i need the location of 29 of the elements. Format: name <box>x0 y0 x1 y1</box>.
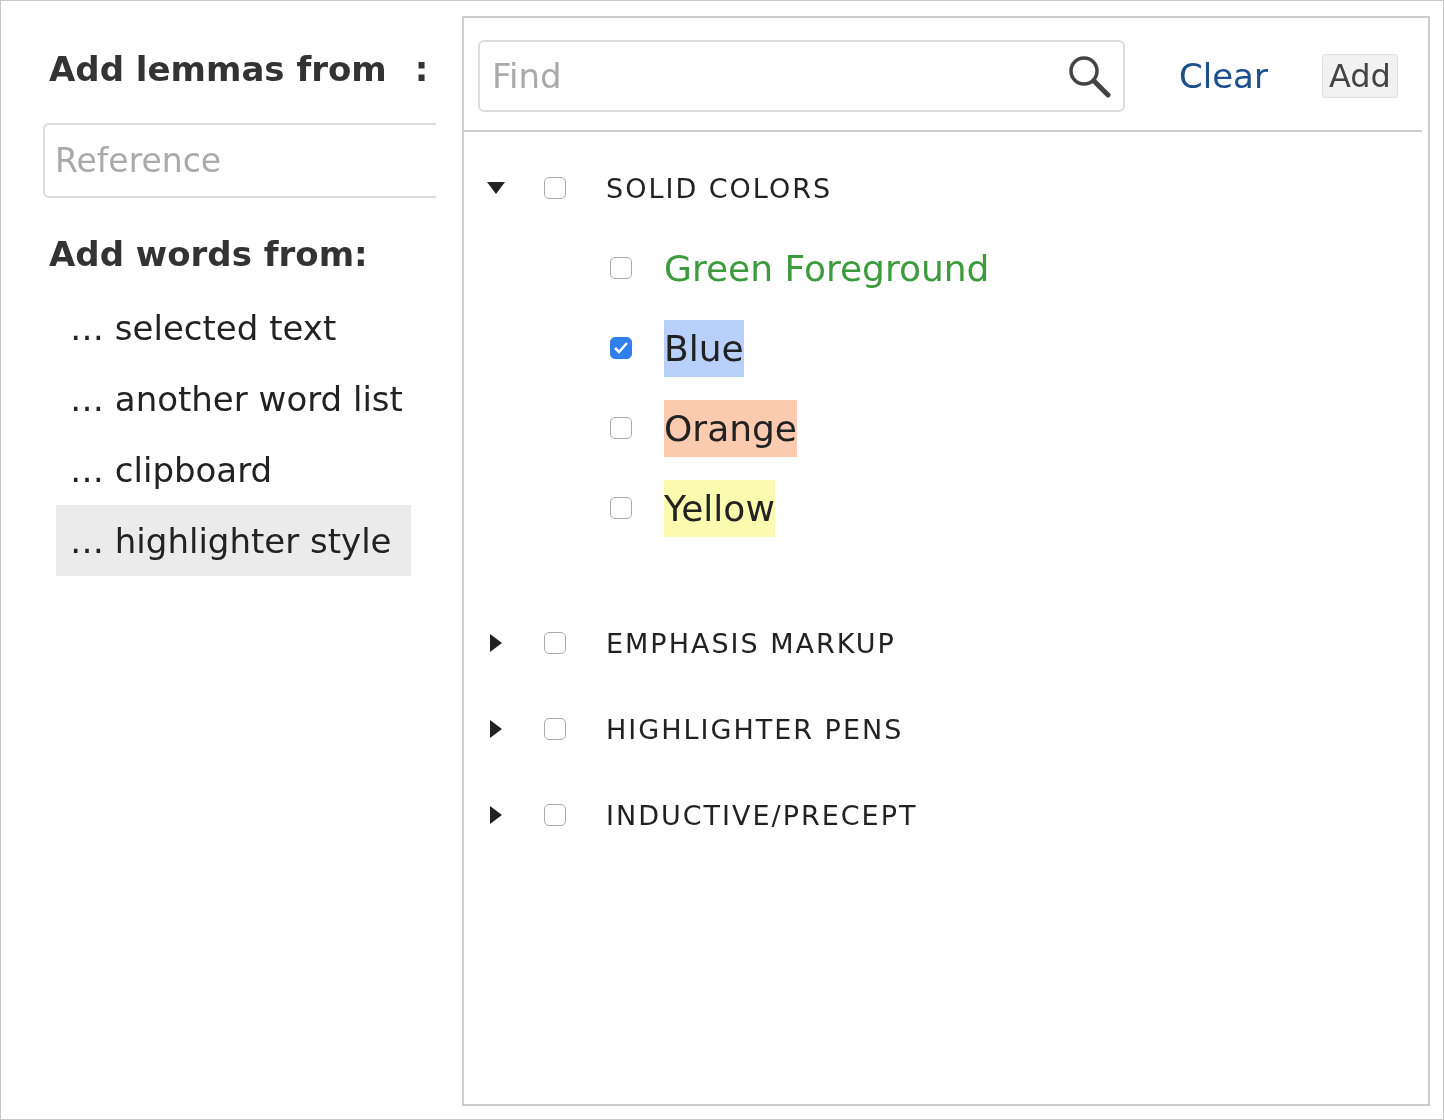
group-label: INDUCTIVE/PRECEPT <box>606 799 918 831</box>
checkbox[interactable] <box>544 718 566 740</box>
style-label: Green Foreground <box>664 246 990 291</box>
reference-field[interactable]: Reference <box>43 123 436 198</box>
style-label: Blue <box>664 319 744 377</box>
checkbox[interactable] <box>544 632 566 654</box>
checkbox[interactable] <box>544 177 566 199</box>
checkbox[interactable] <box>610 337 632 359</box>
words-label: Add words from: <box>49 234 368 274</box>
style-label: Yellow <box>664 479 775 537</box>
source-item[interactable]: … clipboard <box>56 434 411 505</box>
lemmas-label: Add lemmas from <box>49 49 387 89</box>
group-label: HIGHLIGHTER PENS <box>606 713 904 745</box>
source-item[interactable]: … highlighter style <box>56 505 411 576</box>
search-icon <box>1067 54 1111 98</box>
group-label: SOLID COLORS <box>606 172 833 204</box>
style-label: Orange <box>664 399 797 457</box>
checkmark-icon <box>613 341 629 355</box>
group-label: EMPHASIS MARKUP <box>606 627 896 659</box>
colon-label: : <box>414 49 429 89</box>
checkbox[interactable] <box>610 257 632 279</box>
add-button[interactable]: Add <box>1321 54 1398 98</box>
checkbox[interactable] <box>610 497 632 519</box>
source-item[interactable]: … selected text <box>56 292 411 363</box>
source-item[interactable]: … another word list <box>56 363 411 434</box>
find-field[interactable]: Find <box>478 40 1125 112</box>
clear-link[interactable]: Clear <box>1179 56 1268 96</box>
checkbox[interactable] <box>610 417 632 439</box>
checkbox[interactable] <box>544 804 566 826</box>
